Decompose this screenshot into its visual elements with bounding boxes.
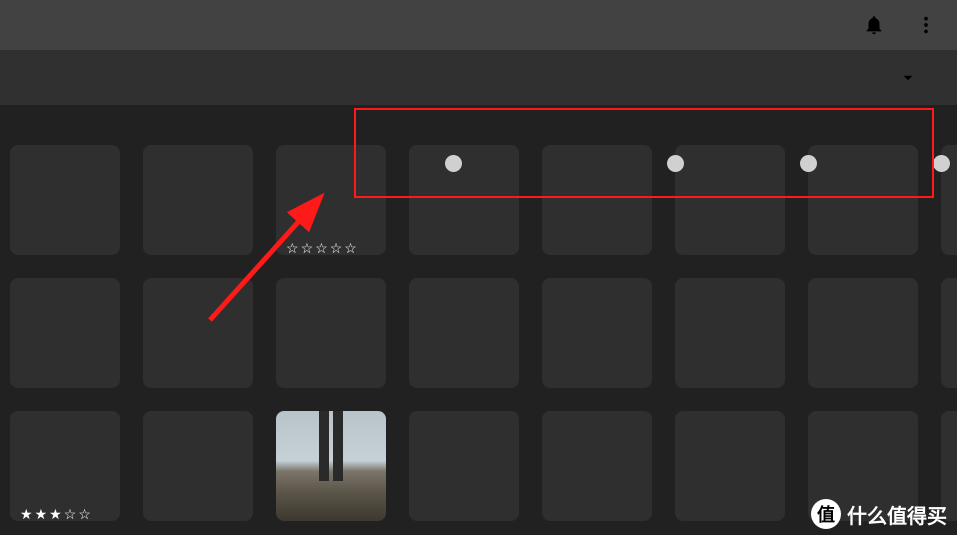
thumbnail[interactable] bbox=[675, 411, 785, 521]
thumbnail[interactable] bbox=[675, 278, 785, 388]
star-outline-icon: ☆ bbox=[344, 240, 357, 257]
thumbnail[interactable] bbox=[808, 145, 918, 255]
thumbnail[interactable] bbox=[10, 278, 120, 388]
thumbnail[interactable] bbox=[941, 278, 957, 388]
thumbnail[interactable] bbox=[542, 145, 652, 255]
star-filled-icon: ★ bbox=[35, 506, 48, 523]
watermark-text: 什么值得买 bbox=[847, 500, 947, 529]
thumbnail[interactable] bbox=[409, 145, 519, 255]
thumbnail[interactable] bbox=[941, 145, 957, 255]
thumbnail[interactable] bbox=[409, 411, 519, 521]
status-dot-icon bbox=[445, 155, 462, 172]
thumbnail[interactable]: ☆☆☆☆☆ bbox=[276, 145, 386, 255]
thumbnail[interactable] bbox=[542, 411, 652, 521]
grid-row: ☆☆☆☆☆ bbox=[10, 145, 947, 255]
star-outline-icon: ☆ bbox=[286, 240, 299, 257]
thumbnail-grid: ☆☆☆☆☆★★★☆☆ bbox=[0, 105, 957, 531]
more-icon[interactable] bbox=[915, 14, 937, 36]
thumbnail[interactable] bbox=[143, 411, 253, 521]
thumbnail[interactable] bbox=[409, 278, 519, 388]
chevron-down-icon[interactable] bbox=[899, 69, 917, 87]
watermark: 值 什么值得买 bbox=[811, 499, 947, 529]
status-dot-icon bbox=[800, 155, 817, 172]
star-outline-icon: ☆ bbox=[315, 240, 328, 257]
thumbnail[interactable]: ★★★☆☆ bbox=[10, 411, 120, 521]
thumbnail[interactable] bbox=[276, 278, 386, 388]
thumbnail[interactable] bbox=[10, 145, 120, 255]
star-outline-icon: ☆ bbox=[330, 240, 343, 257]
status-dot-icon bbox=[667, 155, 684, 172]
rating-stars: ★★★☆☆ bbox=[20, 506, 91, 523]
rating-stars: ☆☆☆☆☆ bbox=[286, 240, 357, 257]
star-filled-icon: ★ bbox=[49, 506, 62, 523]
star-outline-icon: ☆ bbox=[301, 240, 314, 257]
sub-bar bbox=[0, 50, 957, 105]
thumbnail[interactable] bbox=[675, 145, 785, 255]
top-bar bbox=[0, 0, 957, 50]
thumbnail[interactable] bbox=[276, 411, 386, 521]
thumbnail[interactable] bbox=[808, 278, 918, 388]
star-filled-icon: ★ bbox=[20, 506, 33, 523]
watermark-badge: 值 bbox=[811, 499, 841, 529]
star-outline-icon: ☆ bbox=[64, 506, 77, 523]
notifications-icon[interactable] bbox=[863, 14, 885, 36]
status-dot-icon bbox=[933, 155, 950, 172]
thumbnail[interactable] bbox=[143, 145, 253, 255]
thumbnail[interactable] bbox=[542, 278, 652, 388]
thumbnail[interactable] bbox=[143, 278, 253, 388]
grid-row bbox=[10, 278, 947, 388]
star-outline-icon: ☆ bbox=[78, 506, 91, 523]
grid-row: ★★★☆☆ bbox=[10, 411, 947, 521]
